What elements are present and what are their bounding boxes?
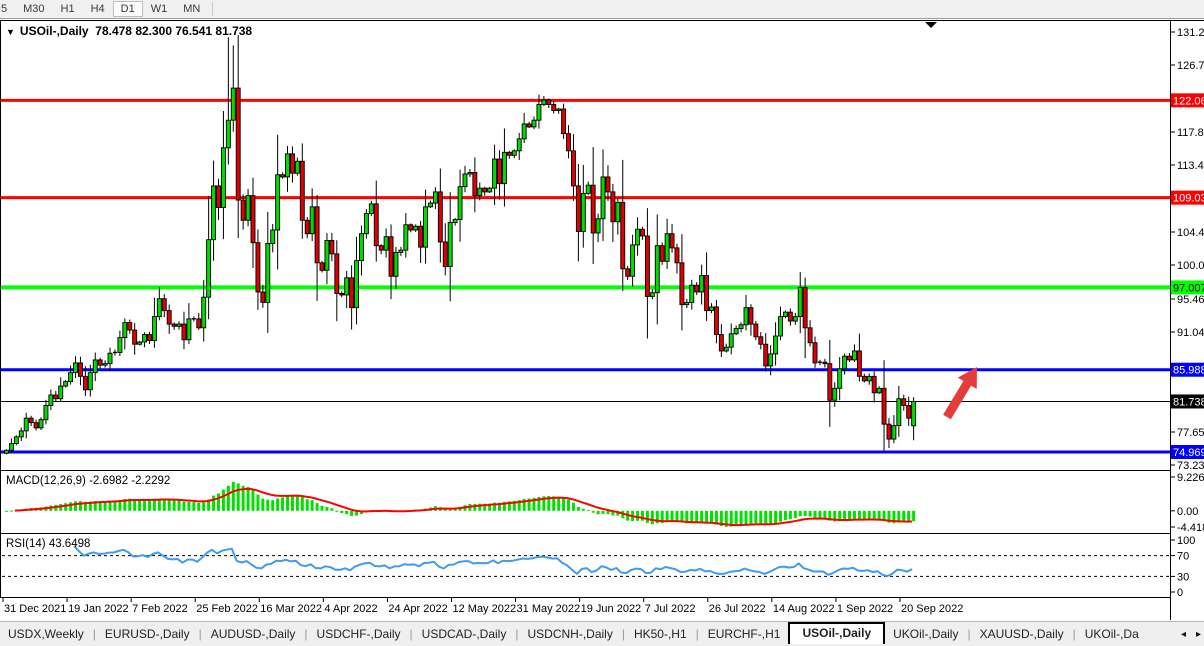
svg-text:122.060: 122.060: [1173, 95, 1204, 107]
rsi-indicator-label: RSI(14) 43.6498: [6, 538, 90, 550]
svg-text:24 Apr 2022: 24 Apr 2022: [388, 603, 447, 615]
svg-text:1 Sep 2022: 1 Sep 2022: [837, 603, 893, 615]
tab-eurchf-h1[interactable]: EURCHF-,H1: [700, 625, 789, 643]
svg-text:19 Jun 2022: 19 Jun 2022: [581, 603, 642, 615]
tab-eurusd-daily[interactable]: EURUSD-,Daily: [97, 625, 198, 643]
mt4-window: 5M30H1H4D1W1MN 131.210 126.790 117.820 113.…: [0, 0, 1204, 645]
svg-text:26 Jul 2022: 26 Jul 2022: [709, 603, 766, 615]
svg-text:31 Dec 2021: 31 Dec 2021: [4, 603, 66, 615]
tab-usdx-weekly[interactable]: USDX,Weekly: [0, 625, 92, 643]
tab-scroll-controls: ◂▸: [1175, 622, 1201, 646]
svg-text:91.040: 91.040: [1177, 327, 1204, 339]
tab-xauusd-daily[interactable]: XAUUSD-,Daily: [972, 625, 1072, 643]
svg-text:4 Apr 2022: 4 Apr 2022: [324, 603, 377, 615]
svg-text:20 Sep 2022: 20 Sep 2022: [901, 603, 963, 615]
svg-text:14 Aug 2022: 14 Aug 2022: [773, 603, 835, 615]
chart-ohlc-values: 78.478 82.300 76.541 81.738: [95, 24, 252, 38]
svg-text:117.820: 117.820: [1177, 127, 1204, 139]
svg-text:19 Jan 2022: 19 Jan 2022: [68, 603, 129, 615]
svg-text:-4.4188: -4.4188: [1177, 522, 1204, 534]
tab-scroll-right-icon[interactable]: ▸: [1196, 629, 1201, 640]
tab-scroll-left-icon[interactable]: ◂: [1181, 629, 1186, 640]
timeframe-button-h4[interactable]: H4: [83, 1, 113, 17]
svg-text:9.2266: 9.2266: [1177, 472, 1204, 484]
svg-text:0: 0: [1177, 587, 1183, 599]
svg-text:7 Feb 2022: 7 Feb 2022: [132, 603, 188, 615]
svg-text:12 May 2022: 12 May 2022: [452, 603, 516, 615]
timeframe-button-w1[interactable]: W1: [143, 1, 176, 17]
svg-text:16 Mar 2022: 16 Mar 2022: [260, 603, 322, 615]
tab-usdcnh-daily[interactable]: USDCNH-,Daily: [519, 625, 620, 643]
svg-text:7 Jul 2022: 7 Jul 2022: [645, 603, 696, 615]
timeframe-button-5[interactable]: 5: [0, 1, 15, 17]
svg-text:77.650: 77.650: [1177, 427, 1204, 439]
svg-text:95.460: 95.460: [1177, 294, 1204, 306]
svg-text:0.00: 0.00: [1177, 506, 1198, 518]
chart-canvas[interactable]: 131.210 126.790 117.820 113.400 104.430 100.0…: [0, 0, 1204, 645]
tab-usdchf-daily[interactable]: USDCHF-,Daily: [309, 625, 409, 643]
svg-text:31 May 2022: 31 May 2022: [517, 603, 581, 615]
symbol-tab-bar: USDX,Weekly|EURUSD-,Daily|AUDUSD-,Daily|…: [0, 621, 1204, 646]
toolbar-separator: [212, 2, 213, 16]
tab-ukoil-daily[interactable]: UKOil-,Daily: [885, 625, 966, 643]
tab-hk50-h1[interactable]: HK50-,H1: [626, 625, 695, 643]
timeframe-button-mn[interactable]: MN: [175, 1, 208, 17]
svg-text:104.430: 104.430: [1177, 227, 1204, 239]
svg-text:126.790: 126.790: [1177, 60, 1204, 72]
svg-text:109.030: 109.030: [1173, 193, 1204, 205]
svg-text:100: 100: [1177, 535, 1195, 547]
svg-text:100.010: 100.010: [1177, 260, 1204, 272]
timeframe-button-h1[interactable]: H1: [53, 1, 83, 17]
svg-text:73.230: 73.230: [1177, 460, 1204, 472]
svg-text:131.210: 131.210: [1177, 27, 1204, 39]
tab-usoil-daily[interactable]: USOil-,Daily: [788, 622, 885, 644]
svg-text:113.400: 113.400: [1177, 160, 1204, 172]
timeframe-button-d1[interactable]: D1: [113, 1, 143, 17]
chart-symbol-label: USOil-,Daily: [20, 24, 89, 38]
svg-text:81.738: 81.738: [1173, 396, 1204, 408]
svg-text:85.988: 85.988: [1173, 365, 1204, 377]
svg-text:97.007: 97.007: [1173, 282, 1204, 294]
tab-usdcad-daily[interactable]: USDCAD-,Daily: [414, 625, 515, 643]
timeframe-button-m30[interactable]: M30: [15, 1, 52, 17]
tab-audusd-daily[interactable]: AUDUSD-,Daily: [203, 625, 304, 643]
svg-text:25 Feb 2022: 25 Feb 2022: [196, 603, 258, 615]
timeframe-toolbar: 5M30H1H4D1W1MN: [0, 0, 1204, 19]
chart-title: ▼ USOil-,Daily 78.478 82.300 76.541 81.73…: [6, 24, 252, 38]
svg-text:30: 30: [1177, 571, 1189, 583]
macd-indicator-label: MACD(12,26,9) -2.6982 -2.2292: [6, 475, 170, 487]
svg-text:74.969: 74.969: [1173, 447, 1204, 459]
tab-ukoil-da[interactable]: UKOil-,Da: [1077, 625, 1147, 643]
svg-text:70: 70: [1177, 551, 1189, 563]
chart-collapse-icon[interactable]: ▼: [6, 27, 15, 37]
